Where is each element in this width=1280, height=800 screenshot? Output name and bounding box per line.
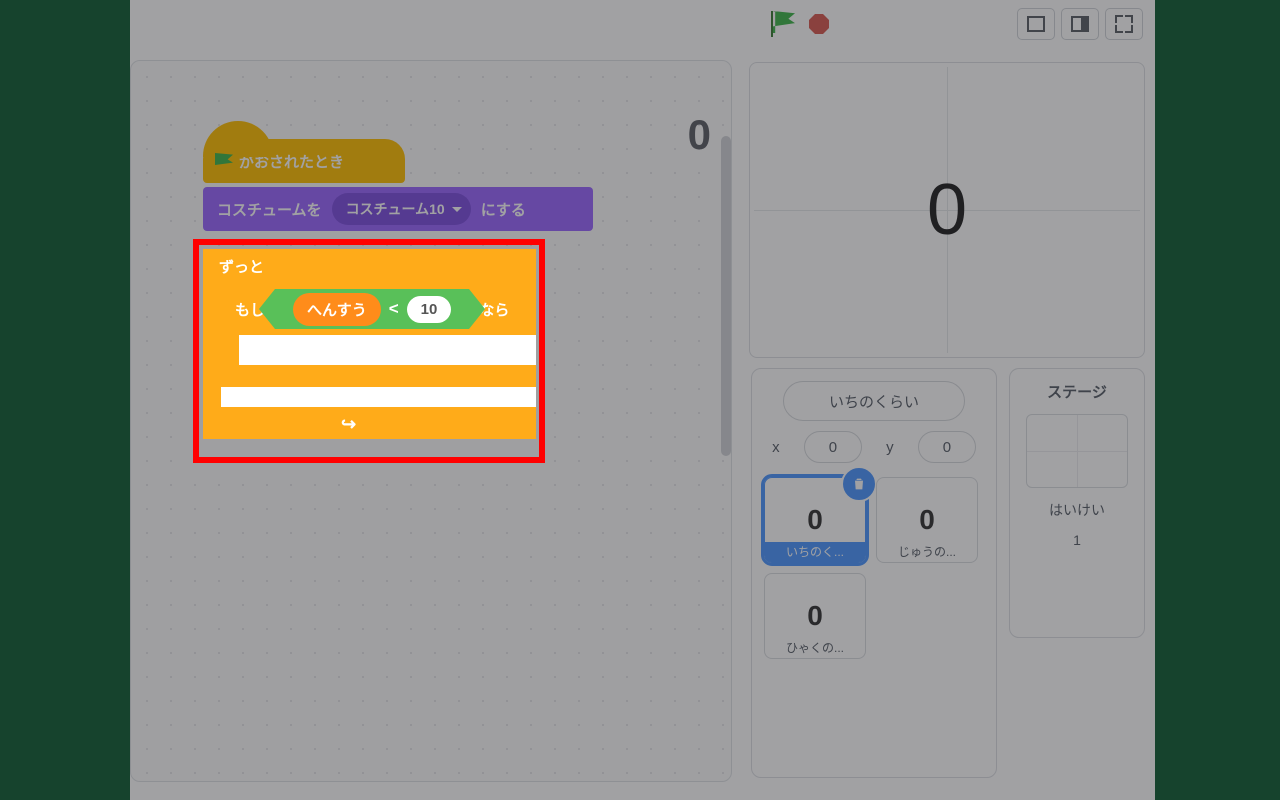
backdrop-thumbnail[interactable] (1026, 414, 1128, 488)
sprite-thumb-number: 0 (807, 600, 823, 632)
sprite-thumb-number: 0 (919, 504, 935, 536)
stage[interactable]: 0 (749, 62, 1145, 358)
highlight-frame (193, 239, 545, 463)
sprite-thumb-label: じゅうの... (877, 542, 977, 562)
small-stage-button[interactable] (1017, 8, 1055, 40)
hat-label: がおされたとき (239, 151, 344, 172)
scripts-area[interactable]: 0 がおされたとき コスチュームを コスチューム10 にする ずっと もし へん… (130, 60, 732, 782)
event-when-flag-clicked-block[interactable]: がおされたとき (203, 139, 405, 183)
scripts-scrollbar[interactable] (721, 136, 731, 456)
y-label: y (886, 439, 894, 456)
variable-readout: 0 (688, 111, 711, 159)
backdrop-label: はいけい (1049, 500, 1105, 520)
sprite-panel: いちのくらい x 0 y 0 0 いちのく... 0 じゅうの... 0 ひゃくの... (751, 368, 997, 778)
fullscreen-button[interactable] (1105, 8, 1143, 40)
backdrop-count: 1 (1073, 532, 1081, 548)
switch-costume-block[interactable]: コスチュームを コスチューム10 にする (203, 187, 593, 231)
looks-pre: コスチュームを (217, 199, 322, 220)
sprite-thumbnail[interactable]: 0 じゅうの... (876, 477, 978, 563)
stop-button[interactable] (809, 14, 829, 34)
delete-sprite-button[interactable] (841, 466, 877, 502)
sprite-name-input[interactable]: いちのくらい (783, 381, 965, 421)
stage-display-number: 0 (927, 169, 967, 251)
green-flag-button[interactable] (771, 11, 795, 37)
sprite-y-input[interactable]: 0 (918, 431, 976, 463)
x-label: x (772, 439, 780, 456)
costume-dropdown[interactable]: コスチューム10 (332, 193, 471, 225)
flag-icon (215, 153, 233, 169)
sprite-thumb-number: 0 (807, 504, 823, 536)
sprite-thumbnail[interactable]: 0 いちのく... (764, 477, 866, 563)
sprite-thumbnail[interactable]: 0 ひゃくの... (764, 573, 866, 659)
sprite-thumb-label: ひゃくの... (765, 638, 865, 658)
sprite-x-input[interactable]: 0 (804, 431, 862, 463)
stage-selector-panel: ステージ はいけい 1 (1009, 368, 1145, 638)
looks-post: にする (481, 199, 526, 220)
stage-title: ステージ (1047, 381, 1107, 402)
large-stage-button[interactable] (1061, 8, 1099, 40)
stage-controls (735, 0, 1155, 48)
sprite-thumb-label: いちのく... (765, 542, 865, 562)
